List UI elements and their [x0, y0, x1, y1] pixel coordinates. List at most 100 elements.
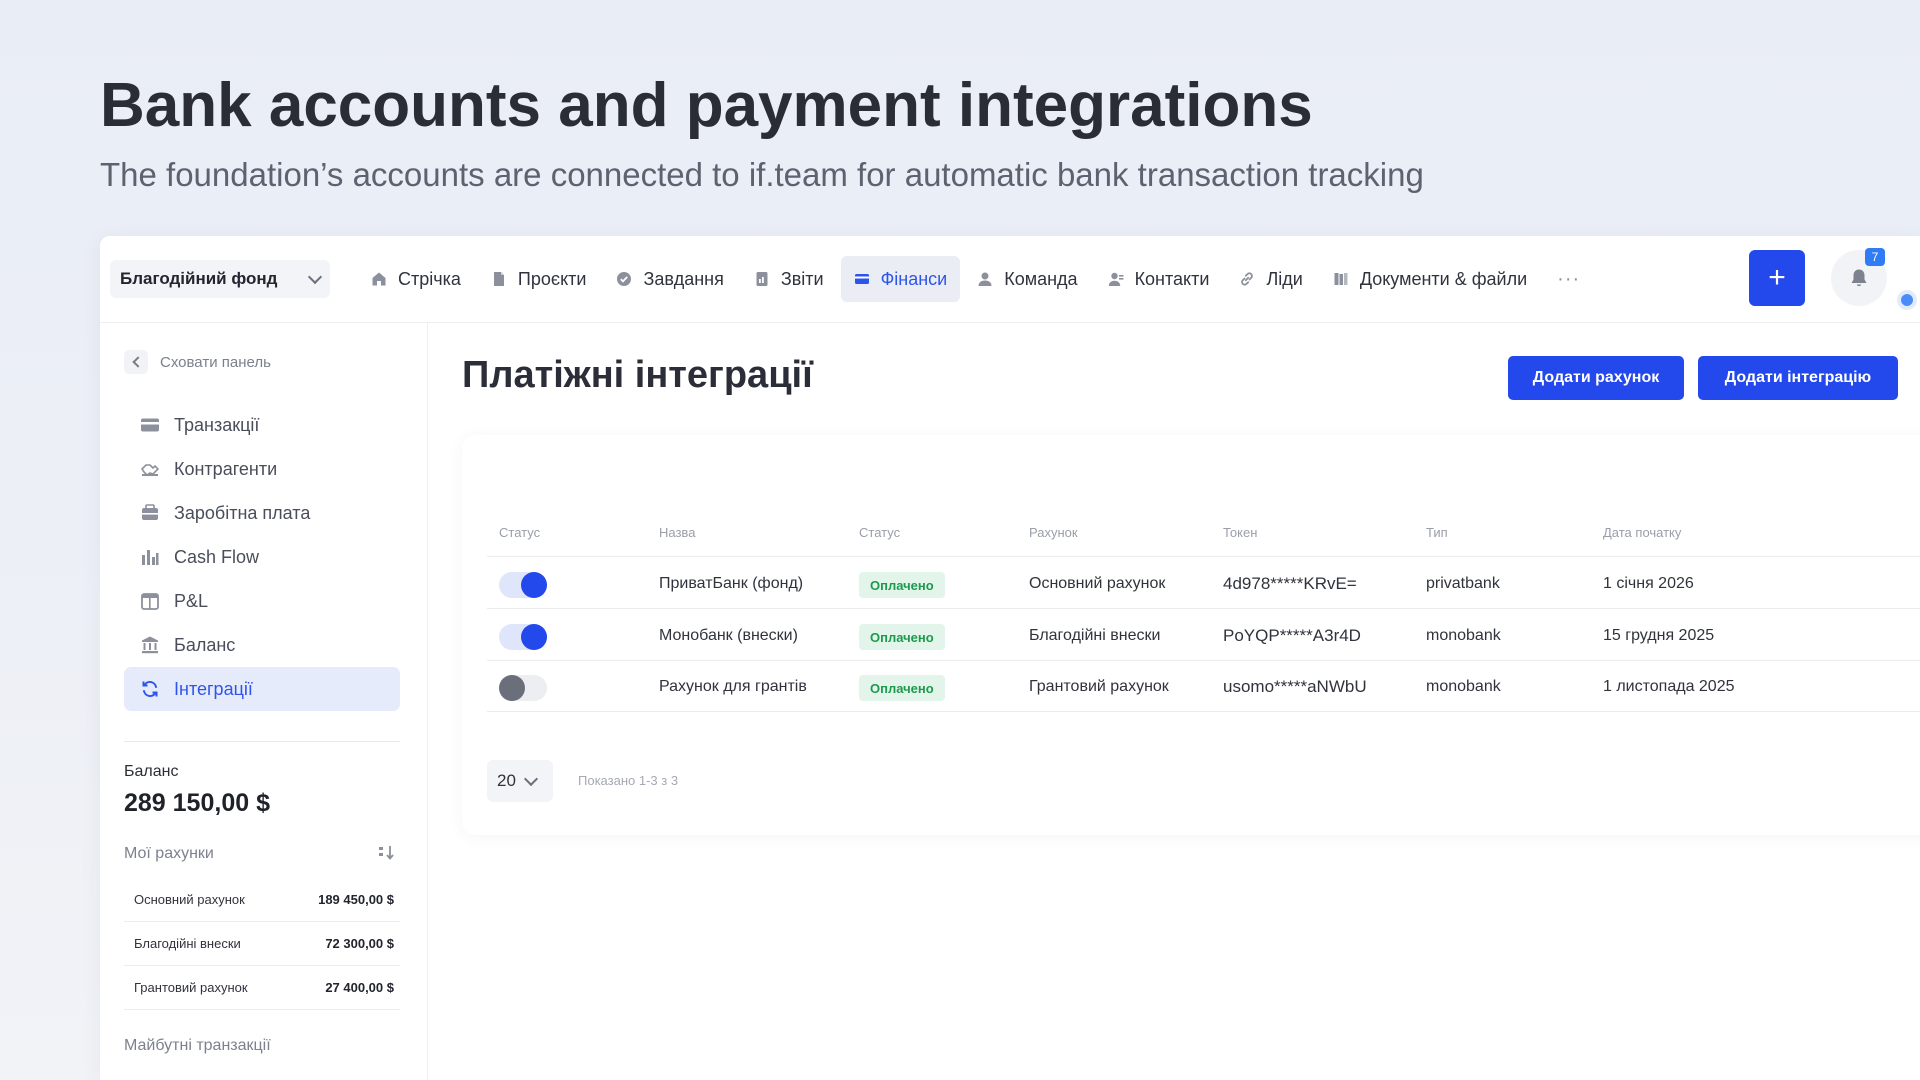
home-icon	[372, 272, 386, 286]
chevron-down-icon	[307, 269, 323, 285]
table-header-divider	[487, 556, 1920, 557]
nav-item-leads[interactable]: Ліди	[1226, 256, 1315, 302]
account-balance: 189 450,00 $	[318, 892, 394, 907]
column-header-start-date: Дата початку	[1603, 525, 1682, 540]
column-header-name: Назва	[659, 525, 696, 540]
column-header-type: Тип	[1426, 525, 1448, 540]
balance-value: 289 150,00 $	[124, 789, 270, 817]
account-row[interactable]: Основний рахунок 189 450,00 $	[124, 878, 400, 922]
nav-item-finance[interactable]: Фінанси	[840, 256, 961, 302]
nav-label: Завдання	[643, 268, 724, 289]
integration-token: PoYQP*****A3r4D	[1223, 626, 1361, 645]
finance-menu: Транзакції Контрагенти Заробітна плата C…	[124, 403, 400, 711]
page-title: Платіжні інтеграції	[462, 354, 813, 396]
integration-toggle[interactable]	[499, 624, 547, 650]
sidebar-divider	[124, 741, 400, 742]
status-badge: Оплачено	[859, 624, 945, 650]
sidebar-item-label: Контрагенти	[174, 458, 278, 479]
hero-subtitle: The foundation’s accounts are connected …	[100, 156, 1424, 193]
sidebar-item-label: Інтеграції	[174, 678, 253, 699]
nav-label: Звіти	[780, 268, 824, 289]
sidebar-item-transactions[interactable]: Транзакції	[124, 403, 400, 447]
sidebar-item-integrations[interactable]: Інтеграції	[124, 667, 400, 711]
main-nav: Стрічка Проєкти Завдання Звіти Фінанси К…	[358, 256, 1593, 302]
integration-type: monobank	[1426, 678, 1501, 695]
hide-panel-button[interactable]: Сховати панель	[124, 350, 271, 374]
nav-item-contacts[interactable]: Контакти	[1095, 256, 1223, 302]
card-icon	[854, 274, 869, 284]
sidebar-item-cash-flow[interactable]: Cash Flow	[124, 535, 400, 579]
integration-type: privatbank	[1426, 575, 1500, 592]
integration-name: Монобанк (внески)	[659, 627, 798, 644]
add-integration-label: Додати інтеграцію	[1724, 369, 1872, 386]
books-icon	[1334, 273, 1348, 285]
page-size-select[interactable]: 20	[487, 760, 553, 802]
nav-label: Фінанси	[880, 268, 948, 289]
organization-select[interactable]: Благодійний фонд	[110, 260, 330, 298]
sidebar-item-label: Cash Flow	[174, 546, 260, 567]
nav-label: Контакти	[1134, 268, 1210, 289]
account-row[interactable]: Грантовий рахунок 27 400,00 $	[124, 966, 400, 1010]
my-accounts-title: Мої рахунки	[124, 845, 214, 862]
nav-item-projects[interactable]: Проєкти	[478, 256, 600, 302]
user-icon	[978, 272, 992, 286]
nav-label: Стрічка	[398, 268, 461, 289]
sidebar-item-counterparties[interactable]: Контрагенти	[124, 447, 400, 491]
sidebar-item-pnl[interactable]: P&L	[124, 579, 400, 623]
integration-account: Основний рахунок	[1029, 575, 1166, 592]
nav-item-team[interactable]: Команда	[964, 256, 1090, 302]
account-balance: 72 300,00 $	[325, 936, 394, 951]
add-new-button[interactable]: +	[1749, 250, 1805, 306]
sidebar-item-label: Баланс	[174, 634, 236, 655]
integration-toggle[interactable]	[499, 675, 547, 701]
add-account-label: Додати рахунок	[1532, 369, 1660, 386]
nav-item-reports[interactable]: Звіти	[741, 256, 837, 302]
integration-start-date: 1 січня 2026	[1603, 575, 1694, 592]
sort-icon[interactable]	[376, 843, 396, 863]
integration-start-date: 1 листопада 2025	[1603, 678, 1735, 695]
account-name: Грантовий рахунок	[134, 980, 248, 995]
nav-item-tasks[interactable]: Завдання	[603, 256, 736, 302]
account-row[interactable]: Благодійні внески 72 300,00 $	[124, 922, 400, 966]
nav-item-feed[interactable]: Стрічка	[358, 256, 474, 302]
bank-icon	[142, 636, 158, 654]
integration-account: Грантовий рахунок	[1029, 678, 1169, 695]
row-divider	[487, 711, 1920, 712]
balance-label: Баланс	[124, 763, 179, 780]
bell-icon	[1851, 269, 1867, 287]
integration-name: Рахунок для грантів	[659, 678, 807, 695]
chevron-left-icon	[124, 350, 148, 374]
account-balance: 27 400,00 $	[325, 980, 394, 995]
sidebar-item-balance[interactable]: Баланс	[124, 623, 400, 667]
sidebar: Сховати панель Транзакції Контрагенти За…	[100, 323, 428, 1080]
nav-label: Команда	[1004, 268, 1078, 289]
check-circle-icon	[617, 272, 632, 286]
page-size-value: 20	[497, 771, 516, 790]
integration-toggle[interactable]	[499, 572, 547, 598]
integration-type: monobank	[1426, 627, 1501, 644]
organization-name: Благодійний фонд	[120, 269, 278, 288]
wallet-icon	[142, 504, 158, 520]
card-icon	[141, 418, 159, 432]
account-name: Основний рахунок	[134, 892, 245, 907]
file-icon	[493, 272, 504, 286]
status-badge: Оплачено	[859, 675, 945, 701]
integration-start-date: 15 грудня 2025	[1603, 627, 1715, 644]
link-icon	[1241, 272, 1254, 286]
nav-more-button[interactable]: ···	[1544, 256, 1593, 302]
report-icon	[756, 272, 768, 286]
add-account-button[interactable]: Додати рахунок	[1508, 356, 1684, 400]
integration-token: 4d978*****KRvE=	[1223, 574, 1357, 593]
nav-label: Ліди	[1266, 268, 1303, 289]
help-dot-icon[interactable]	[1897, 290, 1917, 310]
nav-item-documents[interactable]: Документи & файли	[1320, 256, 1540, 302]
column-header-account: Рахунок	[1029, 525, 1078, 540]
hide-panel-label: Сховати панель	[160, 353, 271, 371]
plus-icon: +	[1768, 261, 1786, 294]
add-integration-button[interactable]: Додати інтеграцію	[1698, 356, 1898, 400]
integration-account: Благодійні внески	[1029, 627, 1161, 644]
account-name: Благодійні внески	[134, 936, 241, 951]
sidebar-item-salary[interactable]: Заробітна плата	[124, 491, 400, 535]
hero-title: Bank accounts and payment integrations	[100, 71, 1313, 140]
integration-token: usomo*****aNWbU	[1223, 677, 1367, 696]
